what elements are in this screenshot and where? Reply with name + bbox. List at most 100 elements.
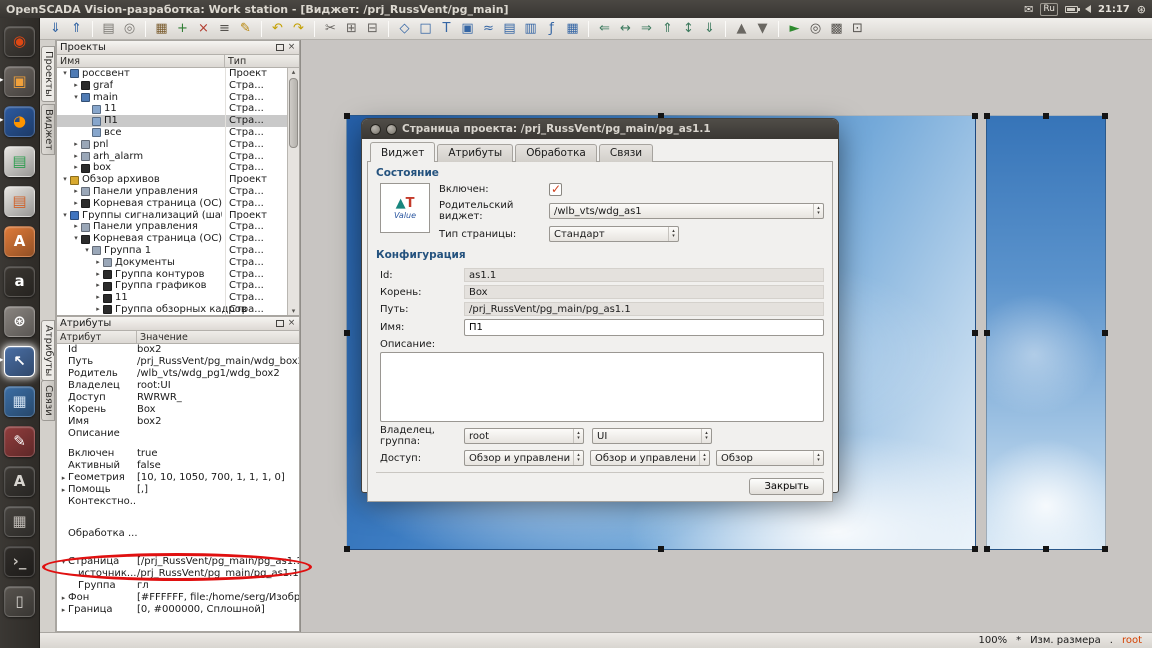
add-text-icon[interactable]: T [437,19,456,38]
grid-icon[interactable]: ▩ [827,19,846,38]
add-protocol-icon[interactable]: ▤ [500,19,519,38]
expander-icon[interactable]: ▸ [71,198,81,210]
enabled-checkbox[interactable] [549,183,562,196]
link-icon[interactable]: ⊡ [848,19,867,38]
tree-row[interactable]: ▾Группы сигнализаций (шаблон)Проект [57,210,287,222]
expander-icon[interactable]: ▸ [71,80,81,92]
access-group-select[interactable]: Обзор и управление ▴▾ [590,450,710,466]
attribute-row[interactable]: Родитель/wlb_vts/wdg_pg1/wdg_box2 [57,368,299,380]
expander-icon[interactable]: ▸ [93,269,103,281]
vision-app-icon[interactable]: ▸↖ [0,341,40,381]
resize-handle-se[interactable] [972,546,978,552]
expander-icon[interactable]: ▾ [60,68,70,80]
files-icon[interactable]: ▸▣ [0,61,40,101]
add-elfigure-icon[interactable]: ◇ [395,19,414,38]
owner-select[interactable]: root ▴▾ [464,428,584,444]
expander-icon[interactable]: ▸ [93,304,103,315]
tree-row[interactable]: ▸Группа графиковСтра... [57,280,287,292]
resize-handle-nw[interactable] [344,113,350,119]
dialog-tab-widget[interactable]: Виджет [370,142,435,162]
dialog-tab-processing[interactable]: Обработка [515,144,597,162]
keyboard-layout-indicator[interactable]: Ru [1040,3,1058,16]
blue-app-icon[interactable]: ▦ [0,381,40,421]
align-right-icon[interactable]: ⇒ [637,19,656,38]
page-type-select[interactable]: Стандарт ▴▾ [549,226,679,242]
attribute-row[interactable]: Имяbox2 [57,416,299,428]
tree-row[interactable]: ▾россвентПроект [57,68,287,80]
column-attribute[interactable]: Атрибут [57,331,137,343]
description-textarea[interactable] [380,352,824,422]
add-function-icon[interactable]: ƒ [542,19,561,38]
expander-icon[interactable]: ▸ [71,186,81,198]
tree-row[interactable]: всеСтра... [57,127,287,139]
mail-indicator-icon[interactable]: ✉ [1024,4,1033,15]
tree-row[interactable]: ▾Корневая страница (ОС)Стра... [57,233,287,245]
align-hcenter-icon[interactable]: ↔ [616,19,635,38]
expander-icon[interactable]: ▸ [93,257,103,269]
add-media-icon[interactable]: ▣ [458,19,477,38]
libreoffice-calc-icon[interactable]: ▤ [0,141,40,181]
access-other-select[interactable]: Обзор ▴▾ [716,450,824,466]
name-input[interactable] [464,319,824,336]
expander-icon[interactable]: ▸ [59,604,68,616]
align-bottom-icon[interactable]: ⇓ [700,19,719,38]
add-box-icon[interactable]: ▦ [563,19,582,38]
clock[interactable]: 21:17 [1098,4,1130,15]
expander-icon[interactable]: ▾ [59,556,68,568]
keyboard-grid-icon[interactable]: ▦ [0,501,40,541]
libreoffice-impress-icon[interactable]: ▤ [0,181,40,221]
tree-row[interactable]: ▾Группа 1Стра... [57,245,287,257]
load-from-db-icon[interactable]: ⇓ [46,19,65,38]
editor-app-icon[interactable]: ✎ [0,421,40,461]
resize-handle-sw[interactable] [984,546,990,552]
widget-new-icon[interactable]: + [173,19,192,38]
attribute-row[interactable]: Контекстно... [57,496,299,528]
settings-gear-icon[interactable]: ⊛ [0,301,40,341]
close-dialog-button[interactable]: Закрыть [749,478,824,495]
amazon-icon[interactable]: a [0,261,40,301]
resize-handle-s[interactable] [1043,546,1049,552]
print-icon[interactable]: ▤ [99,19,118,38]
tree-row[interactable]: ▸boxСтра... [57,162,287,174]
tree-row[interactable]: ▾Обзор архивовПроект [57,174,287,186]
widget-edit-icon[interactable]: ✎ [236,19,255,38]
add-document-icon[interactable]: ▥ [521,19,540,38]
sky-widget-small[interactable] [986,115,1106,550]
resize-handle-ne[interactable] [1102,113,1108,119]
scroll-thumb[interactable] [289,78,298,148]
cut-icon[interactable]: ✂ [321,19,340,38]
volume-icon[interactable] [1085,5,1091,13]
expander-icon[interactable]: ▸ [71,139,81,151]
circle-a-app-icon[interactable]: A [0,461,40,501]
panel-float-icon[interactable] [276,320,284,327]
tree-row[interactable]: П1Стра... [57,115,287,127]
attribute-row[interactable]: Idbox2 [57,344,299,356]
dock-tab-attributes[interactable]: Атрибуты [41,320,55,381]
attribute-row[interactable]: КореньBox [57,404,299,416]
panel-close-icon[interactable]: × [287,43,296,52]
parent-widget-select[interactable]: /wlb_vts/wdg_as1 ▴▾ [549,203,824,219]
align-left-icon[interactable]: ⇐ [595,19,614,38]
widget-properties-icon[interactable]: ≡ [215,19,234,38]
tree-row[interactable]: ▾mainСтра... [57,92,287,104]
tree-row[interactable]: ▸Группа обзорных кадровСтра... [57,304,287,315]
expander-icon[interactable]: ▸ [71,151,81,163]
group-select[interactable]: UI ▴▾ [592,428,712,444]
align-vcenter-icon[interactable]: ↕ [679,19,698,38]
panel-close-icon[interactable]: × [287,319,296,328]
attribute-row[interactable]: Группагл [57,580,299,592]
attribute-row[interactable]: источник.../prj_RussVent/pg_main/pg_as1.… [57,568,299,580]
resize-handle-sw[interactable] [344,546,350,552]
attribute-row[interactable]: Владелецroot:UI [57,380,299,392]
dash-home-icon[interactable]: ◉ [0,21,40,61]
dialog-close-icon[interactable] [370,124,381,135]
raise-widget-icon[interactable]: ▲ [732,19,751,38]
export-icon[interactable]: ◎ [120,19,139,38]
attribute-row[interactable]: Описание [57,428,299,448]
tree-row[interactable]: ▸arh_alarmСтра... [57,151,287,163]
attribute-row[interactable]: ДоступRWRWR_ [57,392,299,404]
dock-tab-projects[interactable]: Проекты [41,46,55,102]
redo-icon[interactable]: ↷ [289,19,308,38]
resize-handle-e[interactable] [1102,330,1108,336]
expander-icon[interactable]: ▸ [71,221,81,233]
